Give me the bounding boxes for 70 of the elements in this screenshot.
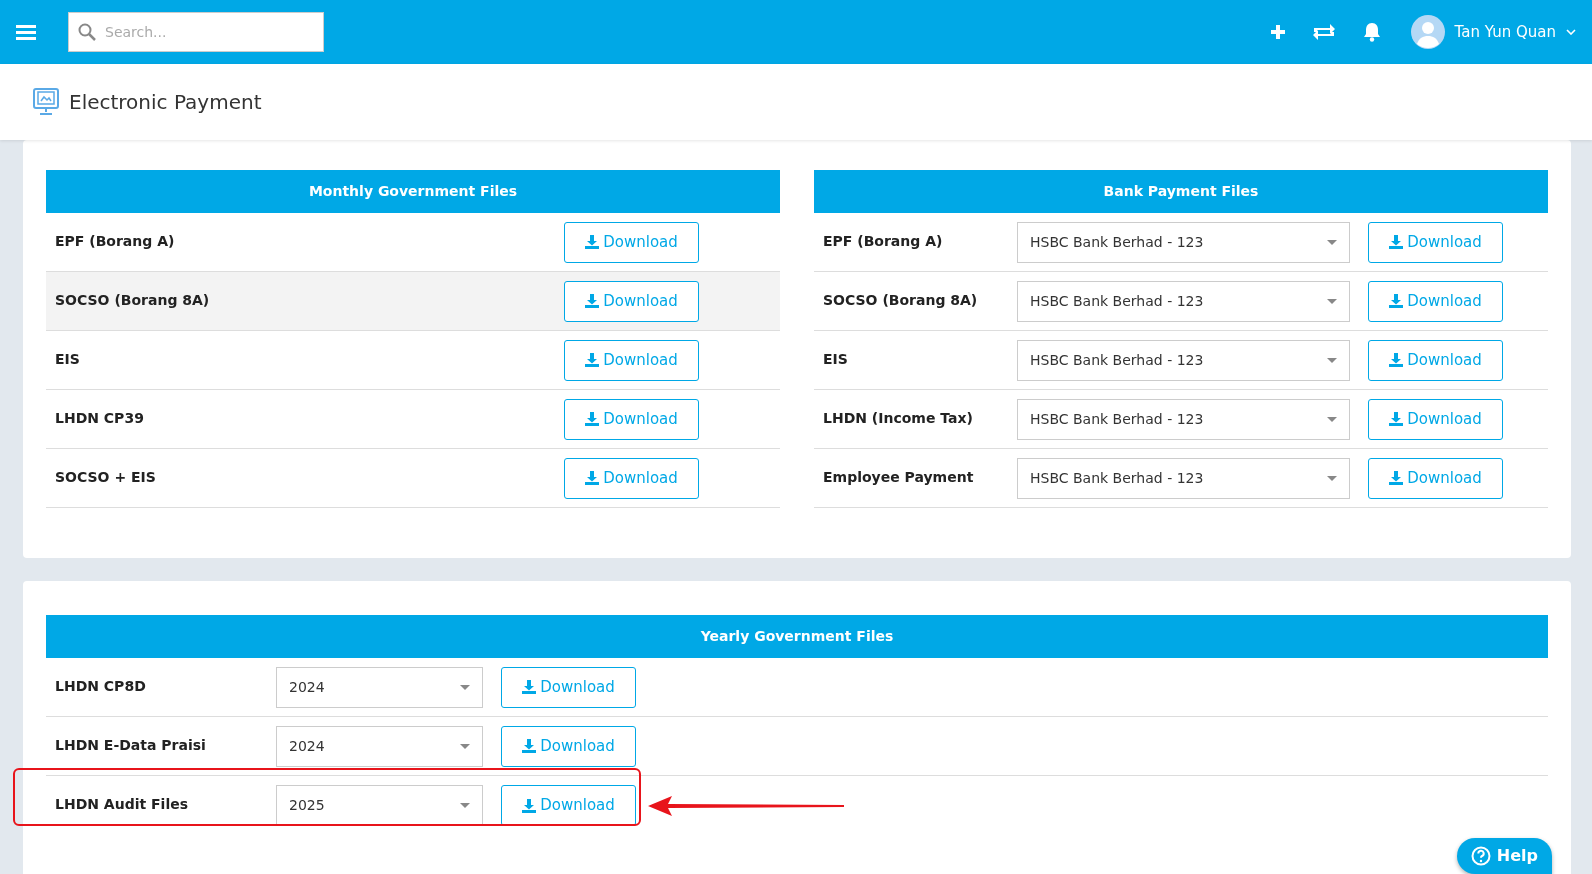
download-icon — [585, 235, 600, 249]
row-label: LHDN (Income Tax) — [823, 409, 974, 428]
download-icon — [585, 412, 600, 426]
download-icon — [522, 680, 537, 694]
row-label: EPF (Borang A) — [823, 232, 944, 251]
download-icon — [585, 294, 600, 308]
download-button[interactable]: Download — [1368, 339, 1503, 381]
user-menu[interactable]: Tan Yun Quan — [1410, 15, 1576, 49]
dropdown[interactable]: 2025 — [276, 785, 483, 826]
bell-icon[interactable] — [1362, 22, 1381, 42]
row-label: SOCSO + EIS — [55, 468, 157, 487]
dropdown[interactable]: HSBC Bank Berhad - 123 — [1017, 339, 1350, 381]
page-title: Electronic Payment — [69, 89, 262, 116]
table-header: Bank Payment Files — [814, 170, 1548, 213]
download-icon — [585, 471, 600, 485]
table-header: Yearly Government Files — [46, 615, 1548, 658]
download-button[interactable]: Download — [564, 398, 699, 440]
download-button[interactable]: Download — [564, 457, 699, 499]
download-icon — [1389, 294, 1404, 308]
download-button[interactable]: Download — [564, 221, 699, 263]
dropdown[interactable]: HSBC Bank Berhad - 123 — [1017, 457, 1350, 499]
download-button[interactable]: Download — [1368, 221, 1503, 263]
row-label: Employee Payment — [823, 468, 975, 487]
download-button[interactable]: Download — [1368, 398, 1503, 440]
row-label: LHDN Audit Files — [55, 795, 190, 814]
caret-icon — [1327, 416, 1337, 422]
plus-icon[interactable] — [1270, 25, 1285, 39]
dropdown[interactable]: HSBC Bank Berhad - 123 — [1017, 221, 1350, 263]
chevron-icon — [1566, 29, 1576, 35]
download-icon — [1389, 471, 1404, 485]
download-button[interactable]: Download — [564, 339, 699, 381]
caret-icon — [1327, 239, 1337, 245]
row-label: EIS — [823, 350, 849, 369]
download-button[interactable]: Download — [501, 666, 636, 708]
help-icon — [1470, 846, 1491, 866]
arrow-icon — [648, 795, 844, 816]
download-button[interactable]: Download — [564, 280, 699, 322]
caret-icon — [1327, 357, 1337, 363]
row-label: LHDN CP39 — [55, 409, 145, 428]
download-button[interactable]: Download — [1368, 457, 1503, 499]
download-icon — [1389, 235, 1404, 249]
caret-icon — [1327, 475, 1337, 481]
download-button[interactable]: Download — [1368, 280, 1503, 322]
help-button[interactable]: Help — [1456, 838, 1552, 874]
menu-icon[interactable] — [16, 24, 36, 40]
row-label: EPF (Borang A) — [55, 232, 176, 251]
download-button[interactable]: Download — [501, 785, 636, 826]
row-label: SOCSO (Borang 8A) — [55, 291, 211, 310]
dropdown[interactable]: 2024 — [276, 725, 483, 767]
row-label: EIS — [55, 350, 81, 369]
download-icon — [585, 353, 600, 367]
caret-icon — [1327, 298, 1337, 304]
dropdown[interactable]: 2024 — [276, 666, 483, 708]
row-label: SOCSO (Borang 8A) — [823, 291, 979, 310]
dropdown[interactable]: HSBC Bank Berhad - 123 — [1017, 280, 1350, 322]
monitor-icon — [33, 88, 59, 116]
avatar-icon — [1410, 15, 1445, 49]
download-button[interactable]: Download — [501, 725, 636, 767]
caret-icon — [460, 743, 470, 749]
dropdown[interactable]: HSBC Bank Berhad - 123 — [1017, 398, 1350, 440]
row-label: LHDN CP8D — [55, 677, 147, 696]
download-icon — [522, 739, 537, 753]
table-header: Monthly Government Files — [46, 170, 780, 213]
row-label: LHDN E-Data Praisi — [55, 736, 207, 755]
search-field[interactable]: Search... — [68, 12, 324, 52]
download-icon — [522, 798, 537, 813]
caret-icon — [460, 803, 470, 808]
download-icon — [1389, 412, 1404, 426]
caret-icon — [460, 684, 470, 690]
download-icon — [1389, 353, 1404, 367]
